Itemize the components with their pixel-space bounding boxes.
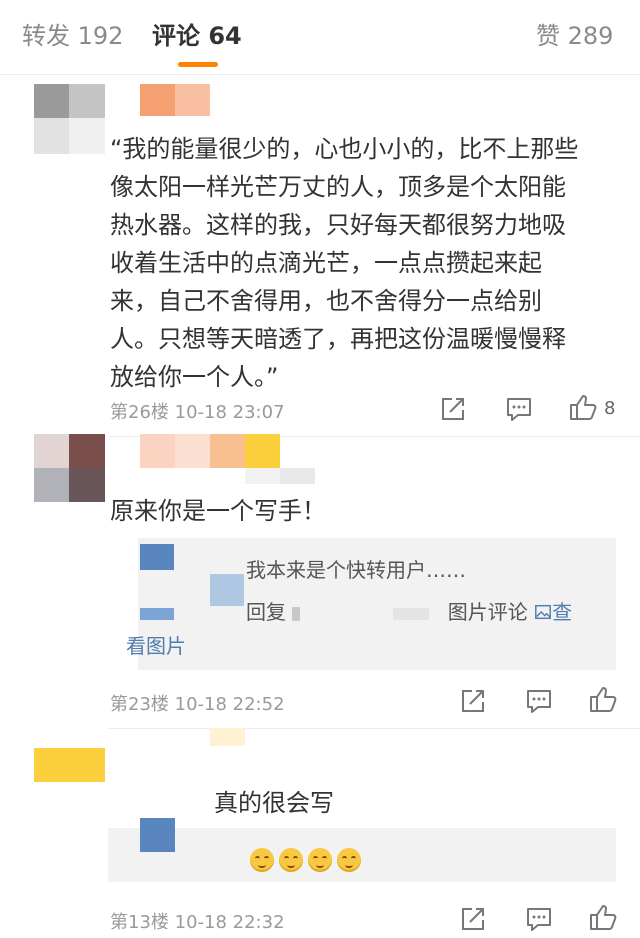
comment-icon[interactable] (504, 394, 534, 424)
divider (108, 728, 640, 729)
comment-meta: 第13楼 10-18 22:32 (110, 912, 285, 933)
thumbs-up-icon[interactable] (568, 392, 598, 422)
smile-emoji-icon (308, 848, 332, 872)
tab-likes[interactable]: 赞 289 (536, 20, 613, 52)
tab-bar: 转发 192 评论 64 赞 289 (0, 0, 640, 75)
comment-text: “我的能量很少的，心也小小的，比不上那些 像太阳一样光芒万丈的人，顶多是个太阳能… (110, 135, 579, 391)
tab-comments[interactable]: 评论 64 (152, 20, 242, 52)
reply-text: 我本来是个快转用户…… (246, 558, 466, 582)
comment-icon[interactable] (524, 904, 554, 934)
tab-repost[interactable]: 转发 192 (22, 20, 123, 52)
reply-line-2: 回复 图片评论 查 (246, 600, 573, 624)
reply-preview[interactable]: 我本来是个快转用户…… 回复 图片评论 查 看图片 (108, 538, 616, 670)
like-count: 8 (604, 398, 616, 419)
thumbs-up-icon[interactable] (588, 902, 618, 932)
smile-emoji-icon (250, 848, 274, 872)
reply-avatar (140, 818, 175, 852)
view-image-link[interactable]: 查 (534, 600, 572, 624)
share-icon[interactable] (458, 686, 488, 716)
comment-meta: 第26楼 10-18 23:07 (110, 402, 285, 423)
comment-icon[interactable] (524, 686, 554, 716)
reply-preview[interactable] (108, 828, 616, 882)
thumbs-up-icon[interactable] (588, 684, 618, 714)
comment-text: 真的很会写 (214, 789, 334, 817)
active-tab-indicator (178, 62, 218, 67)
smile-emoji-icon (279, 848, 303, 872)
smile-emoji-icon (337, 848, 361, 872)
comment-meta: 第23楼 10-18 22:52 (110, 694, 285, 715)
share-icon[interactable] (458, 904, 488, 934)
comment-text: 原来你是一个写手！ (110, 497, 326, 525)
image-icon (535, 604, 552, 620)
view-image-link-cont[interactable]: 看图片 (126, 630, 186, 659)
share-icon[interactable] (438, 394, 468, 424)
